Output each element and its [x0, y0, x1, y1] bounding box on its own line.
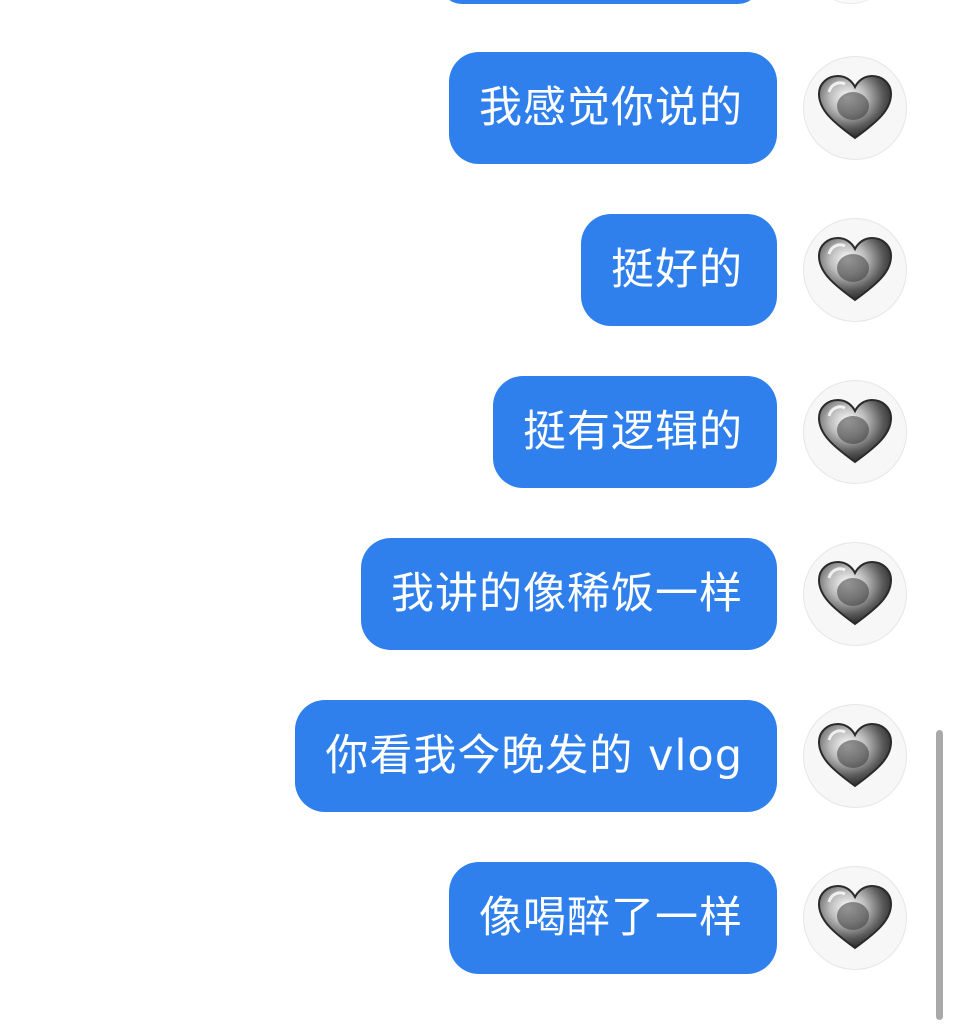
message-row: 像喝醉了一样	[449, 862, 907, 974]
previous-avatar-partial[interactable]	[820, 0, 882, 4]
avatar[interactable]	[803, 218, 907, 322]
message-row: 我感觉你说的	[449, 52, 907, 164]
avatar[interactable]	[803, 866, 907, 970]
message-row: 你看我今晚发的 vlog	[295, 700, 907, 812]
message-row: 挺有逻辑的	[493, 376, 907, 488]
message-bubble[interactable]: 像喝醉了一样	[449, 862, 777, 974]
avatar[interactable]	[803, 56, 907, 160]
avatar[interactable]	[803, 704, 907, 808]
silver-heart-icon	[815, 72, 895, 144]
message-bubble[interactable]: 你看我今晚发的 vlog	[295, 700, 777, 812]
avatar[interactable]	[803, 380, 907, 484]
previous-message-bubble-partial[interactable]	[440, 0, 760, 4]
vertical-scrollbar[interactable]	[936, 730, 943, 1020]
avatar[interactable]	[803, 542, 907, 646]
silver-heart-icon	[815, 396, 895, 468]
message-bubble[interactable]: 我感觉你说的	[449, 52, 777, 164]
message-bubble[interactable]: 挺好的	[581, 214, 777, 326]
silver-heart-icon	[815, 720, 895, 792]
message-bubble[interactable]: 我讲的像稀饭一样	[361, 538, 777, 650]
silver-heart-icon	[815, 234, 895, 306]
chat-thread: 我感觉你说的 挺好的 挺有逻辑的 我讲的像稀饭一样 你看我今晚发的 vlog 像…	[0, 0, 955, 1033]
message-row: 我讲的像稀饭一样	[361, 538, 907, 650]
message-row: 挺好的	[581, 214, 907, 326]
message-bubble[interactable]: 挺有逻辑的	[493, 376, 777, 488]
silver-heart-icon	[815, 558, 895, 630]
silver-heart-icon	[815, 882, 895, 954]
